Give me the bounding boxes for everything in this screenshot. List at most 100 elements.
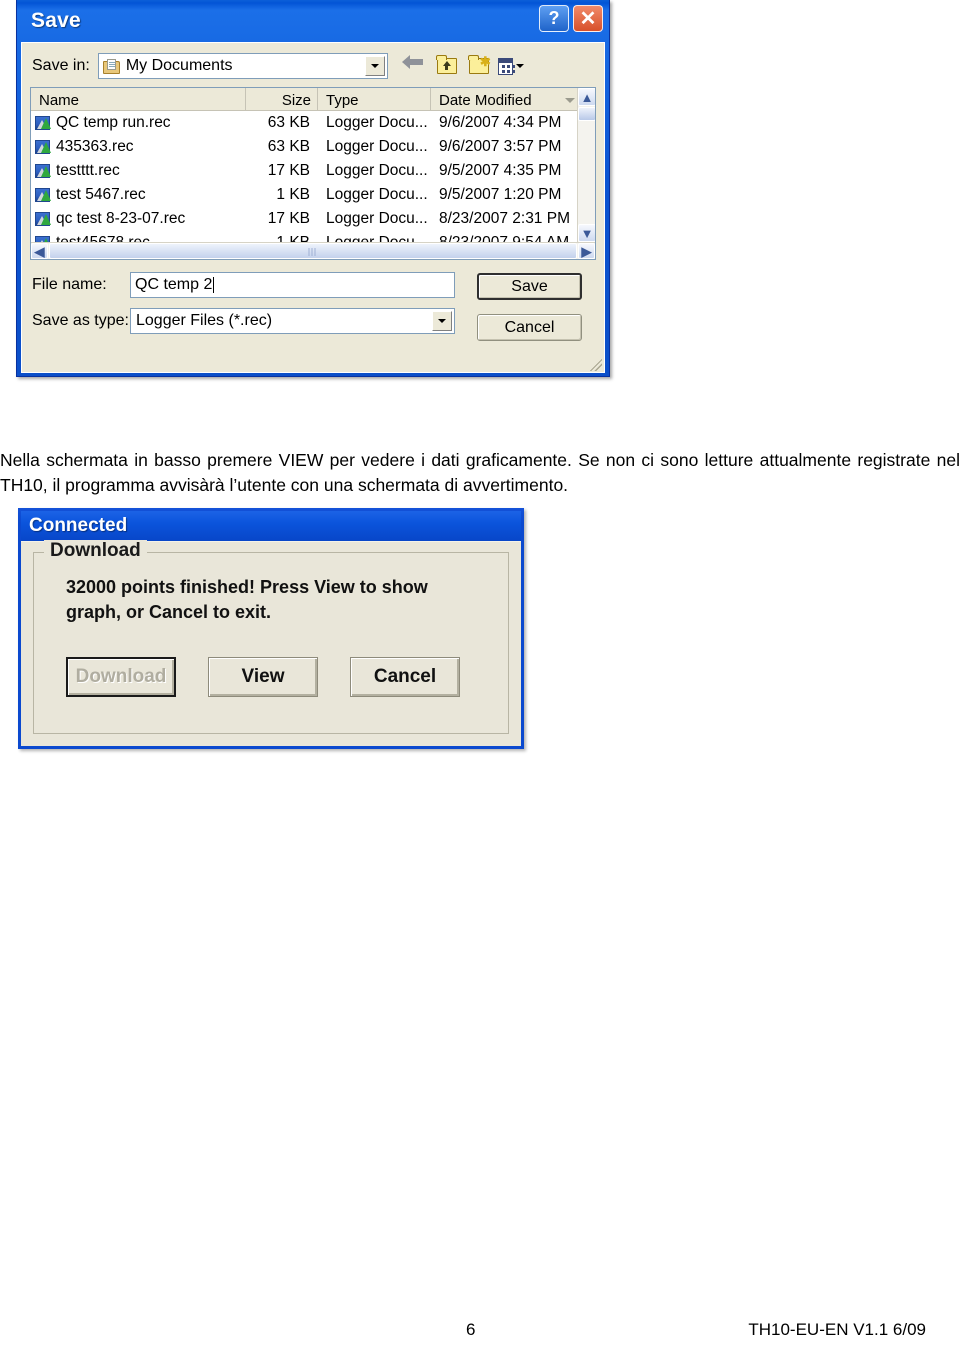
- file-name-label: File name:: [32, 276, 107, 293]
- save-in-label: Save in:: [32, 57, 90, 74]
- save-as-type-dropdown-arrow[interactable]: [432, 311, 452, 331]
- sort-descending-icon: [565, 97, 575, 103]
- save-dialog-window: Save ? ✕ Save in: My Documents ✱ Name Si…: [16, 0, 610, 377]
- column-header-date-modified[interactable]: Date Modified: [431, 88, 581, 110]
- grip-icon: [308, 248, 318, 256]
- back-button[interactable]: [401, 54, 428, 78]
- file-type-cell: Logger Docu...: [326, 138, 428, 155]
- scroll-right-button[interactable]: ▶: [578, 243, 595, 259]
- download-groupbox-legend: Download: [44, 540, 147, 562]
- file-name-cell: qc test 8-23-07.rec: [31, 210, 246, 228]
- document-code: TH10-EU-EN V1.1 6/09: [748, 1320, 926, 1339]
- cancel-button[interactable]: Cancel: [350, 657, 460, 697]
- close-icon: ✕: [579, 7, 597, 30]
- close-button[interactable]: ✕: [573, 5, 603, 32]
- scroll-left-button[interactable]: ◀: [31, 243, 48, 259]
- table-row[interactable]: 435363.rec 63 KB Logger Docu... 9/6/2007…: [31, 135, 595, 159]
- file-type-cell: Logger Docu...: [326, 162, 428, 179]
- save-as-type-label: Save as type:: [32, 312, 129, 329]
- save-dialog-titlebar[interactable]: Save ? ✕: [21, 0, 605, 42]
- scroll-down-button[interactable]: ▼: [578, 224, 595, 242]
- horizontal-scroll-thumb[interactable]: [49, 243, 577, 259]
- column-header-size[interactable]: Size: [246, 88, 318, 110]
- save-button[interactable]: Save: [477, 273, 582, 300]
- cancel-button[interactable]: Cancel: [477, 314, 582, 341]
- file-type-cell: Logger Docu...: [326, 186, 428, 203]
- caption-button-group: ? ✕: [539, 5, 603, 32]
- file-list-header: Name Size Type Date Modified: [31, 88, 595, 111]
- new-folder-button[interactable]: ✱: [466, 54, 492, 78]
- download-groupbox: Download 32000 points finished! Press Vi…: [33, 540, 509, 734]
- file-size-cell: 17 KB: [267, 162, 310, 179]
- rec-file-icon: [35, 164, 51, 178]
- file-date-cell: 8/23/2007 2:31 PM: [439, 210, 570, 227]
- views-button[interactable]: [497, 54, 524, 78]
- vertical-scroll-thumb[interactable]: [578, 107, 595, 121]
- my-documents-folder-icon: [102, 58, 121, 74]
- file-name-text: qc test 8-23-07.rec: [56, 210, 186, 227]
- save-dialog-frame: Save ? ✕ Save in: My Documents ✱ Name Si…: [17, 0, 609, 376]
- table-row[interactable]: qc test 8-23-07.rec 17 KB Logger Docu...…: [31, 207, 595, 231]
- table-row[interactable]: QC temp run.rec 63 KB Logger Docu... 9/6…: [31, 111, 595, 135]
- file-size-cell: 63 KB: [267, 138, 310, 155]
- column-header-type[interactable]: Type: [318, 88, 431, 110]
- file-size-cell: 63 KB: [267, 114, 310, 131]
- resize-grip[interactable]: [590, 359, 602, 371]
- chevron-down-icon: ▼: [580, 225, 594, 241]
- file-name-value: QC temp 2: [135, 276, 213, 293]
- download-button: Download: [66, 657, 176, 697]
- file-name-input[interactable]: QC temp 2: [130, 272, 455, 298]
- chevron-right-icon: ▶: [581, 243, 592, 259]
- instruction-paragraph: Nella schermata in basso premere VIEW pe…: [0, 448, 960, 498]
- table-row[interactable]: test 5467.rec 1 KB Logger Docu... 9/5/20…: [31, 183, 595, 207]
- text-caret: [213, 277, 215, 293]
- file-date-cell: 9/6/2007 3:57 PM: [439, 138, 562, 155]
- rec-file-icon: [35, 116, 51, 130]
- vertical-scrollbar[interactable]: ▲ ▼: [577, 88, 595, 242]
- save-dialog-client-area: Save in: My Documents ✱ Name Size Type D…: [21, 42, 605, 373]
- view-button[interactable]: View: [208, 657, 318, 697]
- connected-dialog-title: Connected: [29, 515, 128, 536]
- horizontal-scrollbar[interactable]: ◀ ▶: [31, 242, 595, 259]
- file-type-cell: Logger Docu...: [326, 114, 428, 131]
- rec-file-icon: [35, 212, 51, 226]
- chevron-down-icon: [370, 64, 379, 68]
- connected-dialog-window: Connected Download 32000 points finished…: [18, 508, 524, 749]
- file-name-text: QC temp run.rec: [56, 114, 171, 131]
- column-header-name[interactable]: Name: [31, 88, 246, 110]
- file-name-cell: QC temp run.rec: [31, 114, 246, 132]
- file-list-view[interactable]: Name Size Type Date Modified QC temp run…: [30, 87, 596, 260]
- up-one-level-button[interactable]: [434, 54, 460, 78]
- rec-file-icon: [35, 188, 51, 202]
- connected-dialog-button-row: Download View Cancel: [66, 657, 494, 697]
- file-size-cell: 17 KB: [267, 210, 310, 227]
- file-name-row: File name: QC temp 2: [32, 272, 455, 298]
- save-in-value: My Documents: [125, 57, 233, 74]
- sparkle-icon: ✱: [479, 54, 491, 69]
- file-date-cell: 9/5/2007 1:20 PM: [439, 186, 562, 203]
- save-in-row: Save in: My Documents ✱: [22, 43, 604, 87]
- save-as-type-combobox[interactable]: Logger Files (*.rec): [130, 308, 455, 334]
- table-row[interactable]: testttt.rec 17 KB Logger Docu... 9/5/200…: [31, 159, 595, 183]
- save-as-type-row: Save as type: Logger Files (*.rec): [32, 308, 455, 334]
- save-in-dropdown-arrow[interactable]: [364, 56, 385, 76]
- help-button[interactable]: ?: [539, 5, 569, 32]
- scroll-up-button[interactable]: ▲: [578, 88, 595, 106]
- file-list-rows: QC temp run.rec 63 KB Logger Docu... 9/6…: [31, 111, 595, 255]
- connected-dialog-titlebar[interactable]: Connected: [21, 511, 521, 541]
- file-name-text: 435363.rec: [56, 138, 134, 155]
- file-size-cell: 1 KB: [276, 186, 310, 203]
- save-in-combobox[interactable]: My Documents: [97, 53, 388, 79]
- file-name-cell: 435363.rec: [31, 138, 246, 156]
- file-date-cell: 9/6/2007 4:34 PM: [439, 114, 562, 131]
- help-icon: ?: [548, 8, 560, 28]
- instruction-paragraph-text: Nella schermata in basso premere VIEW pe…: [0, 450, 960, 495]
- column-header-date-modified-label: Date Modified: [439, 91, 532, 109]
- rec-file-icon: [35, 140, 51, 154]
- page-number: 6: [466, 1320, 476, 1339]
- file-date-cell: 9/5/2007 4:35 PM: [439, 162, 562, 179]
- views-chevron-down-icon: [515, 64, 524, 68]
- back-arrow-icon: [401, 54, 424, 70]
- chevron-left-icon: ◀: [34, 243, 45, 259]
- file-dialog-toolbar: ✱: [401, 54, 524, 78]
